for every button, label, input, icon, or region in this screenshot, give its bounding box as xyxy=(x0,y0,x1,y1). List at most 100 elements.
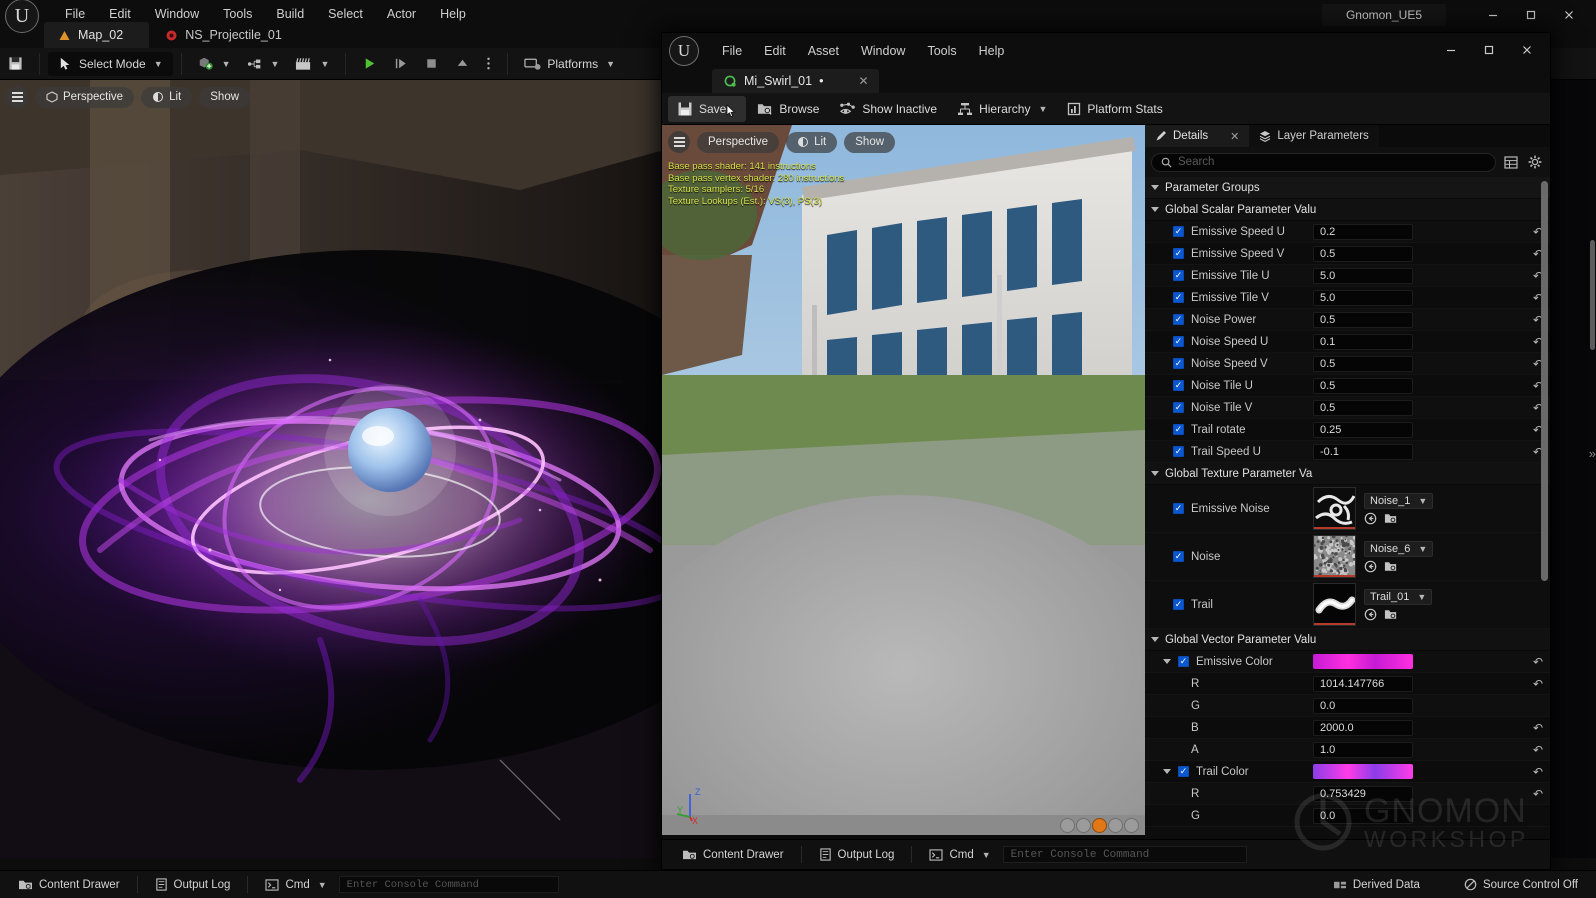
reset-to-default-icon[interactable]: ↶ xyxy=(1526,765,1550,779)
param-row[interactable]: ✓Noise Speed U↶ xyxy=(1145,331,1550,353)
mat-menu-window[interactable]: Window xyxy=(850,39,916,63)
enable-checkbox[interactable]: ✓ xyxy=(1173,380,1184,391)
preview-perspective-button[interactable]: Perspective xyxy=(697,132,779,153)
mat-maximize-button[interactable] xyxy=(1470,37,1508,63)
select-mode-dropdown[interactable]: Select Mode ▼ xyxy=(48,52,173,76)
tab-close-icon[interactable]: ✕ xyxy=(858,74,868,88)
group-1[interactable]: Global Texture Parameter Va xyxy=(1145,463,1550,485)
preview-viewport-menu-icon[interactable] xyxy=(668,131,690,153)
tab-details-close-icon[interactable]: ✕ xyxy=(1230,130,1239,143)
param-value-field[interactable] xyxy=(1313,268,1413,284)
use-selected-asset-icon[interactable] xyxy=(1364,608,1377,621)
expand-triangle-icon[interactable] xyxy=(1163,659,1171,664)
channel-value-field[interactable] xyxy=(1313,786,1413,802)
enable-checkbox[interactable]: ✓ xyxy=(1173,446,1184,457)
expand-triangle-icon[interactable] xyxy=(1151,637,1159,642)
expand-triangle-icon[interactable] xyxy=(1151,185,1159,190)
browse-to-asset-icon[interactable] xyxy=(1384,512,1398,525)
reset-to-default-icon[interactable]: ↶ xyxy=(1526,721,1550,735)
preview-show-button[interactable]: Show xyxy=(844,132,895,153)
add-actor-button[interactable]: ▼ xyxy=(190,52,239,76)
channel-value-field[interactable] xyxy=(1313,676,1413,692)
param-value-field[interactable] xyxy=(1313,246,1413,262)
reset-to-default-icon[interactable]: ↶ xyxy=(1526,655,1550,669)
mat-menu-tools[interactable]: Tools xyxy=(916,39,967,63)
mat-menu-file[interactable]: File xyxy=(711,39,753,63)
close-button[interactable] xyxy=(1550,2,1588,28)
vector-channel-row[interactable]: G xyxy=(1145,805,1550,827)
mat-show-inactive-button[interactable]: Show Inactive xyxy=(830,96,946,122)
viewport-perspective-button[interactable]: Perspective xyxy=(35,87,134,108)
preview-shape-cube-button[interactable] xyxy=(1108,818,1123,833)
derived-data-button[interactable]: Derived Data xyxy=(1321,870,1432,898)
param-value-input[interactable] xyxy=(1313,422,1413,438)
details-scroll-area[interactable]: Parameter Groups Global Scalar Parameter … xyxy=(1145,177,1550,839)
browse-to-asset-icon[interactable] xyxy=(1384,608,1398,621)
param-value-input[interactable] xyxy=(1313,224,1413,240)
tab-ns-projectile-01[interactable]: NS_Projectile_01 xyxy=(151,22,308,48)
viewport-scrollbar[interactable] xyxy=(1590,240,1595,350)
param-value-input[interactable] xyxy=(1313,312,1413,328)
tab-details[interactable]: Details ✕ xyxy=(1145,125,1249,147)
channel-value-field[interactable] xyxy=(1313,808,1413,824)
mat-hierarchy-button[interactable]: Hierarchy ▼ xyxy=(948,96,1056,122)
enable-checkbox[interactable]: ✓ xyxy=(1173,503,1184,514)
group-parameter-groups[interactable]: Parameter Groups xyxy=(1145,177,1550,199)
vector-channel-row[interactable]: G xyxy=(1145,695,1550,717)
enable-checkbox[interactable]: ✓ xyxy=(1173,336,1184,347)
channel-value-input[interactable] xyxy=(1313,742,1413,758)
texture-asset-dropdown[interactable]: Noise_1 ▼ xyxy=(1364,493,1433,509)
texture-thumbnail[interactable] xyxy=(1313,487,1356,530)
param-value-input[interactable] xyxy=(1313,400,1413,416)
more-options-button[interactable] xyxy=(478,52,499,76)
mat-platform-stats-button[interactable]: Platform Stats xyxy=(1058,96,1171,122)
preview-lit-button[interactable]: Lit xyxy=(786,132,837,153)
maximize-button[interactable] xyxy=(1512,2,1550,28)
param-value-field[interactable] xyxy=(1313,312,1413,328)
stop-button[interactable] xyxy=(416,52,447,76)
console-command-input[interactable]: Enter Console Command xyxy=(339,876,559,893)
param-value-input[interactable] xyxy=(1313,356,1413,372)
param-value-field[interactable] xyxy=(1313,334,1413,350)
vector-channel-row[interactable]: R↶ xyxy=(1145,673,1550,695)
unreal-logo-icon[interactable]: U xyxy=(669,36,699,66)
enable-checkbox[interactable]: ✓ xyxy=(1173,402,1184,413)
cmd-dropdown[interactable]: Cmd ▼ xyxy=(253,870,338,898)
tab-layer-parameters[interactable]: Layer Parameters xyxy=(1249,125,1378,147)
param-row[interactable]: ✓Emissive Speed V↶ xyxy=(1145,243,1550,265)
vector-channel-row[interactable]: A↶ xyxy=(1145,739,1550,761)
table-view-icon[interactable] xyxy=(1502,153,1520,171)
menu-actor[interactable]: Actor xyxy=(375,2,428,26)
reset-to-default-icon[interactable]: ↶ xyxy=(1526,787,1550,801)
param-value-field[interactable] xyxy=(1313,422,1413,438)
texture-param-row[interactable]: ✓ Trail Trail_01 ▼ xyxy=(1145,581,1550,629)
mat-close-button[interactable] xyxy=(1508,37,1546,63)
search-box[interactable] xyxy=(1151,153,1496,172)
param-value-input[interactable] xyxy=(1313,334,1413,350)
enable-checkbox[interactable]: ✓ xyxy=(1178,766,1189,777)
enable-checkbox[interactable]: ✓ xyxy=(1173,226,1184,237)
param-row[interactable]: ✓Noise Tile V↶ xyxy=(1145,397,1550,419)
texture-asset-dropdown[interactable]: Trail_01 ▼ xyxy=(1364,589,1432,605)
search-input[interactable] xyxy=(1178,156,1486,168)
channel-value-input[interactable] xyxy=(1313,676,1413,692)
enable-checkbox[interactable]: ✓ xyxy=(1173,314,1184,325)
group-2[interactable]: Global Vector Parameter Valu xyxy=(1145,629,1550,651)
output-log-button[interactable]: Output Log xyxy=(143,870,243,898)
platforms-button[interactable]: Platforms ▼ xyxy=(516,52,623,76)
preview-shape-sphere-button[interactable] xyxy=(1076,818,1091,833)
color-swatch[interactable] xyxy=(1313,654,1413,669)
unreal-logo-icon[interactable]: U xyxy=(5,0,39,33)
use-selected-asset-icon[interactable] xyxy=(1364,560,1377,573)
param-row[interactable]: ✓Trail rotate↶ xyxy=(1145,419,1550,441)
param-row[interactable]: ✓Emissive Speed U↶ xyxy=(1145,221,1550,243)
param-value-field[interactable] xyxy=(1313,224,1413,240)
enable-checkbox[interactable]: ✓ xyxy=(1173,358,1184,369)
param-value-field[interactable] xyxy=(1313,290,1413,306)
play-button[interactable] xyxy=(354,52,385,76)
vector-param-row[interactable]: ✓ Trail Color ↶ xyxy=(1145,761,1550,783)
texture-param-row[interactable]: ✓ Noise Noise_6 ▼ xyxy=(1145,533,1550,581)
vector-param-row[interactable]: ✓ Emissive Color ↶ xyxy=(1145,651,1550,673)
material-preview-viewport[interactable]: Perspective Lit Show Base pass shader: 1… xyxy=(662,125,1145,839)
viewport-menu-icon[interactable] xyxy=(6,86,28,108)
